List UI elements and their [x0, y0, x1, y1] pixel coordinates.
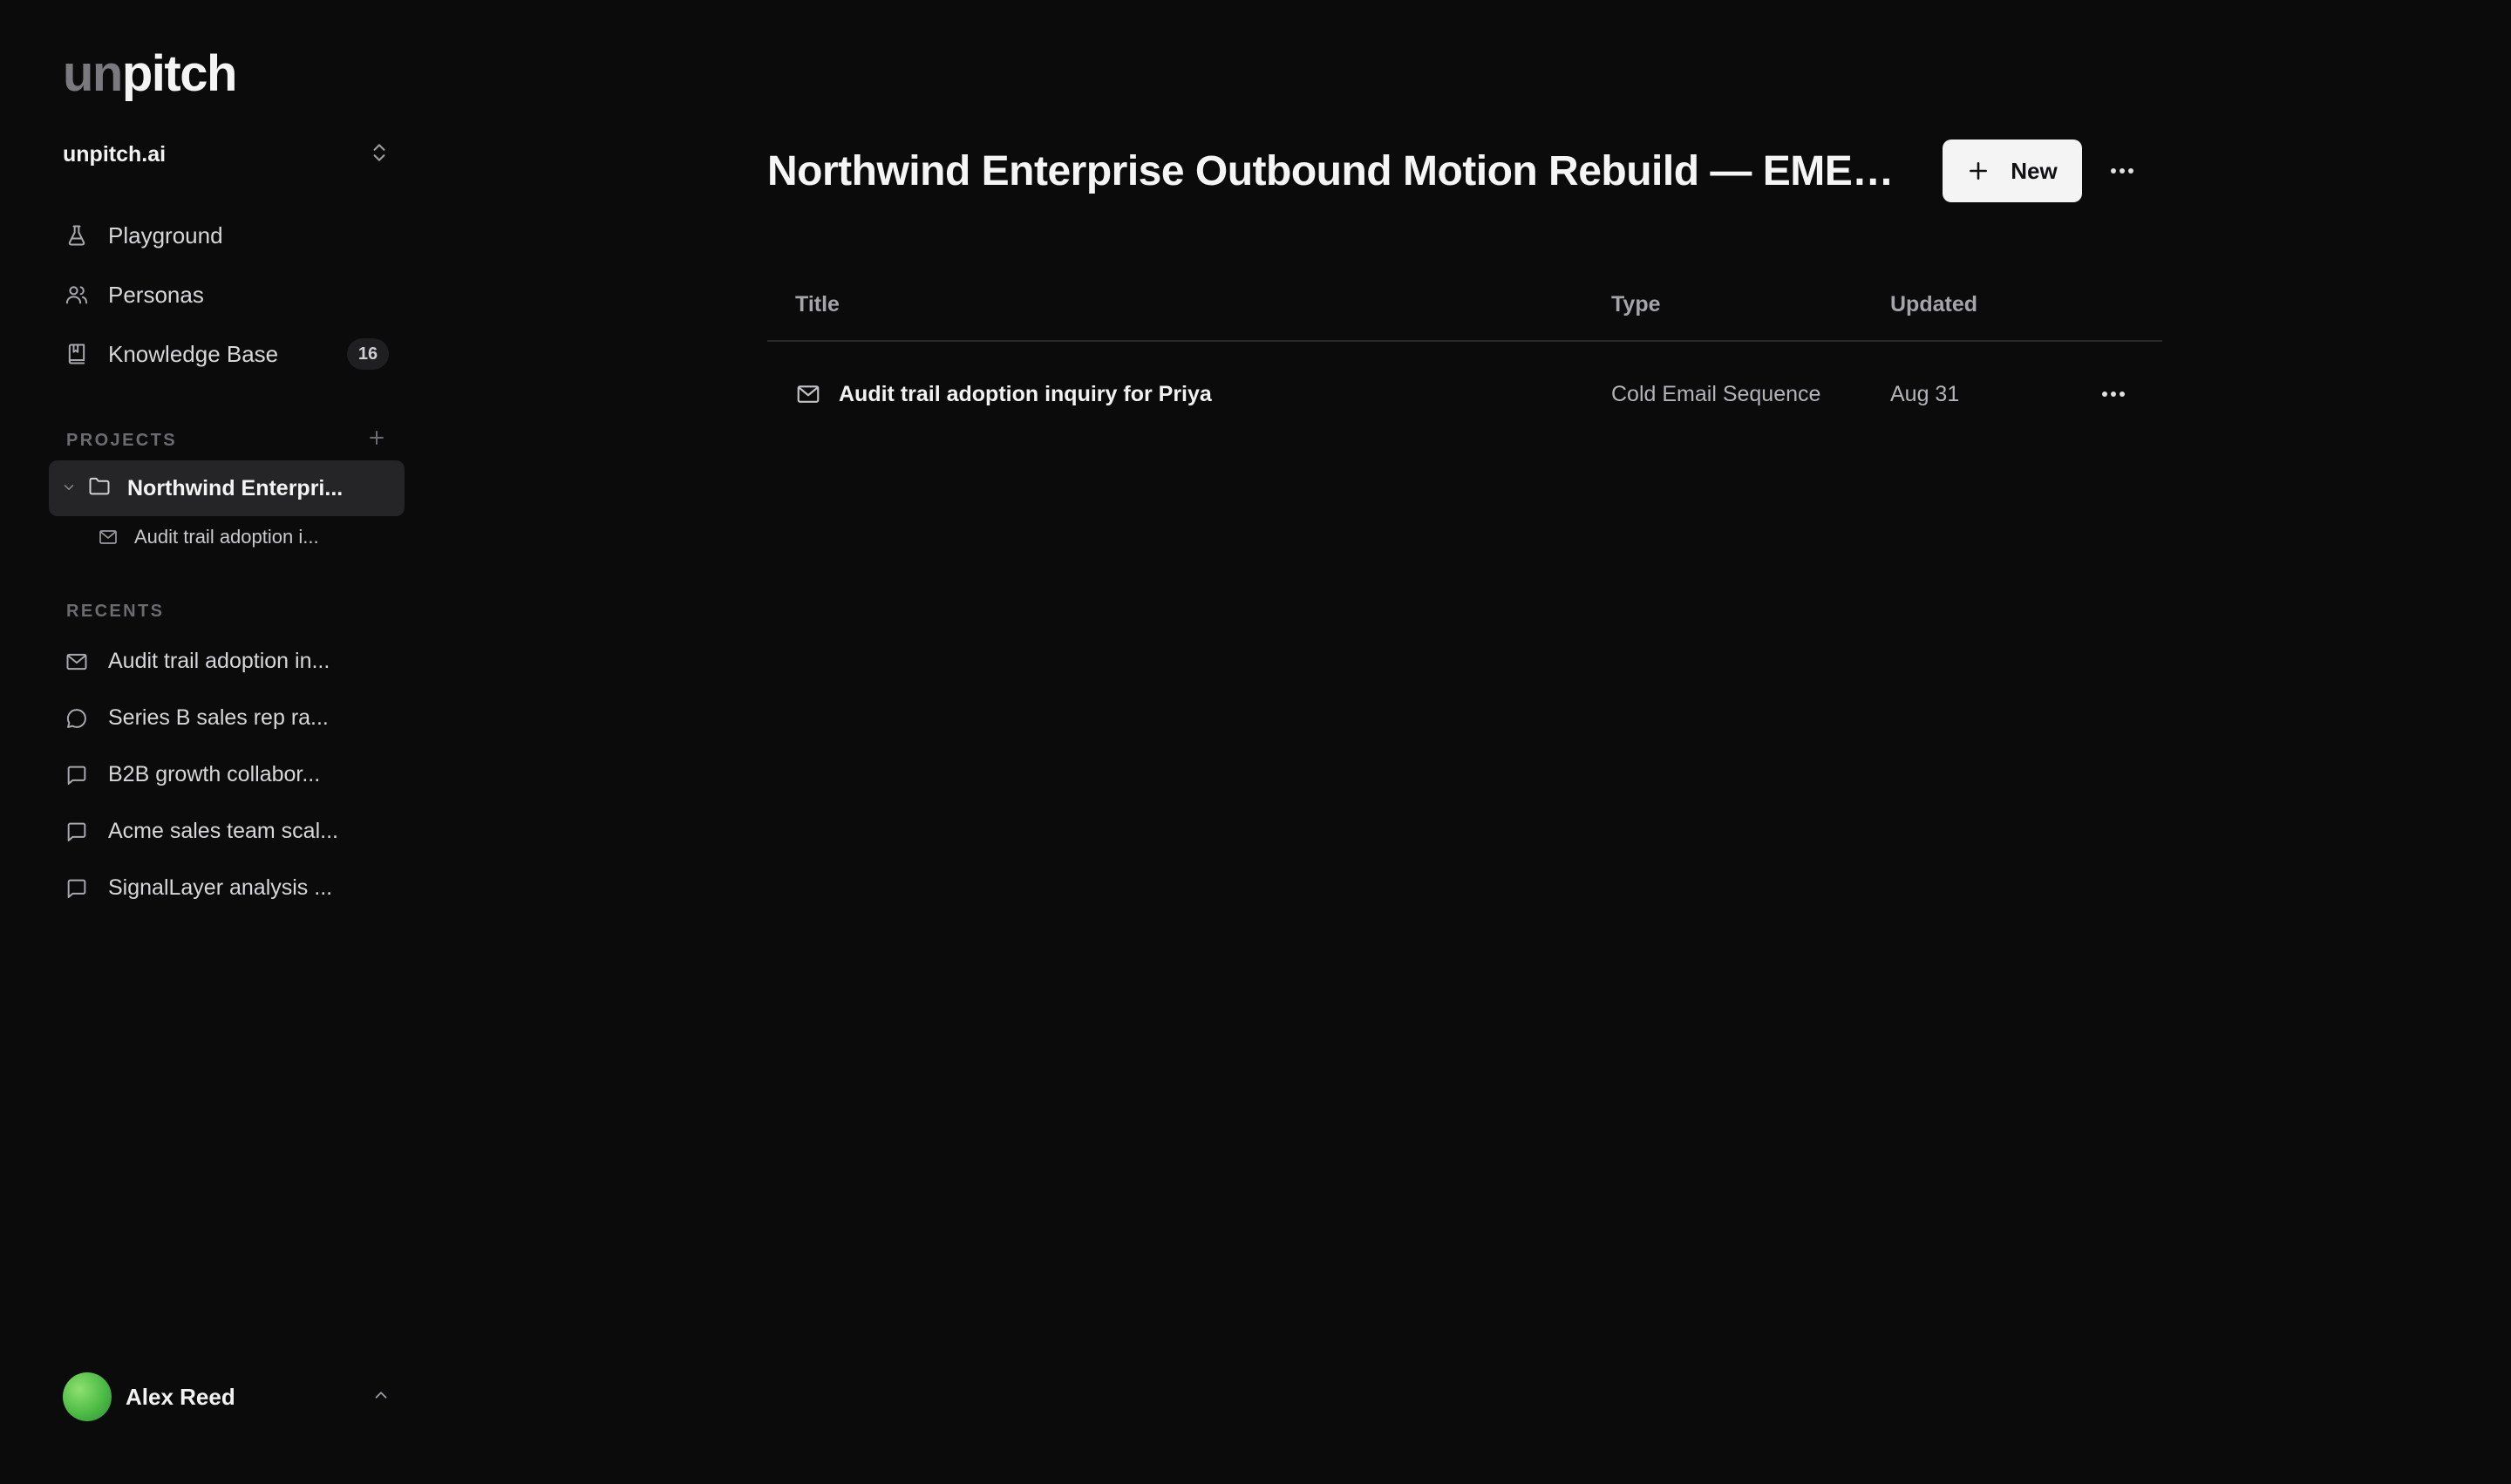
chevron-up-down-icon [368, 141, 391, 168]
chat-bubble-round-icon [66, 708, 86, 728]
recent-item[interactable]: SignalLayer analysis ... [49, 860, 405, 916]
main-nav: Playground Personas Knowledge Base 16 [49, 206, 405, 384]
nav-item-personas[interactable]: Personas [49, 265, 405, 324]
workspace-name: unpitch.ai [63, 141, 167, 167]
flask-icon [68, 225, 85, 246]
recent-item[interactable]: B2B growth collabor... [49, 746, 405, 803]
recent-item-label: Audit trail adoption in... [108, 649, 330, 673]
page-title: Northwind Enterprise Outbound Motion Reb… [767, 147, 1920, 194]
user-name: Alex Reed [126, 1383, 235, 1410]
users-icon [65, 286, 88, 304]
column-header-type[interactable]: Type [1611, 292, 1890, 317]
nav-item-playground[interactable]: Playground [49, 206, 405, 265]
column-header-updated[interactable]: Updated [1890, 292, 2065, 317]
row-title: Audit trail adoption inquiry for Priya [839, 381, 1212, 406]
project-child-item[interactable]: Audit trail adoption i... [98, 518, 394, 556]
book-icon [68, 344, 85, 364]
table-row[interactable]: Audit trail adoption inquiry for Priya C… [767, 342, 2162, 446]
row-title-cell: Audit trail adoption inquiry for Priya [767, 381, 1611, 407]
mail-icon [66, 653, 87, 670]
mail-icon [797, 385, 820, 403]
plus-icon [370, 431, 384, 445]
plus-icon [1970, 162, 1988, 180]
logo-pitch: pitch [121, 45, 238, 102]
row-type: Cold Email Sequence [1611, 381, 1821, 406]
column-header-title[interactable]: Title [767, 292, 1611, 317]
new-button[interactable]: New [1943, 140, 2082, 202]
chat-bubble-square-icon [67, 879, 86, 898]
recent-item[interactable]: Acme sales team scal... [49, 803, 405, 860]
row-updated: Aug 31 [1890, 381, 1960, 406]
count-badge: 16 [347, 338, 389, 370]
projects-heading-label: PROJECTS [66, 430, 178, 450]
more-options-button[interactable] [2101, 150, 2143, 192]
nav-item-label: Personas [108, 281, 204, 308]
workspace-switcher[interactable]: unpitch.ai [63, 138, 391, 171]
recent-item-label: SignalLayer analysis ... [108, 875, 333, 900]
folder-icon [87, 473, 127, 504]
chat-bubble-square-icon [67, 766, 86, 785]
recent-item[interactable]: Audit trail adoption in... [49, 633, 405, 690]
brand-logo[interactable]: unpitch [63, 49, 237, 99]
recents-heading: RECENTS [66, 602, 387, 622]
chevron-up-icon [371, 1385, 391, 1409]
recents-heading-label: RECENTS [66, 602, 165, 621]
nav-item-knowledge-base[interactable]: Knowledge Base 16 [49, 324, 405, 384]
documents-table: Title Type Updated Audit trail adoption … [767, 269, 2162, 446]
recent-item[interactable]: Series B sales rep ra... [49, 690, 405, 746]
recents-list: Audit trail adoption in... Series B sale… [49, 633, 405, 916]
projects-heading: PROJECTS [66, 427, 387, 453]
recent-item-label: Series B sales rep ra... [108, 705, 329, 730]
recent-item-label: B2B growth collabor... [108, 762, 321, 786]
table-header: Title Type Updated [767, 269, 2162, 342]
user-menu[interactable]: Alex Reed [63, 1372, 391, 1421]
app-window: unpitch unpitch.ai Playground Personas K… [0, 0, 2511, 1484]
project-item-label: Northwind Enterpri... [127, 475, 344, 500]
new-button-label: New [2011, 157, 2058, 184]
nav-item-label: Playground [108, 221, 223, 248]
logo-un: un [63, 45, 123, 102]
project-child-label: Audit trail adoption i... [134, 526, 319, 548]
nav-item-label: Knowledge Base [108, 340, 279, 367]
chat-bubble-square-icon [67, 822, 86, 841]
add-project-button[interactable] [366, 427, 387, 453]
recent-item-label: Acme sales team scal... [108, 819, 338, 843]
mail-icon [99, 530, 117, 544]
more-horizontal-icon [2111, 168, 2133, 174]
chevron-down-icon[interactable] [61, 476, 87, 501]
avatar [63, 1372, 112, 1421]
project-item-active[interactable]: Northwind Enterpri... [49, 460, 405, 516]
sidebar: unpitch unpitch.ai Playground Personas K… [0, 0, 436, 1484]
main-content: Northwind Enterprise Outbound Motion Reb… [767, 0, 2162, 1484]
more-horizontal-icon [2102, 391, 2125, 397]
page-header: Northwind Enterprise Outbound Motion Reb… [767, 140, 2162, 202]
row-more-button[interactable] [2065, 391, 2162, 398]
